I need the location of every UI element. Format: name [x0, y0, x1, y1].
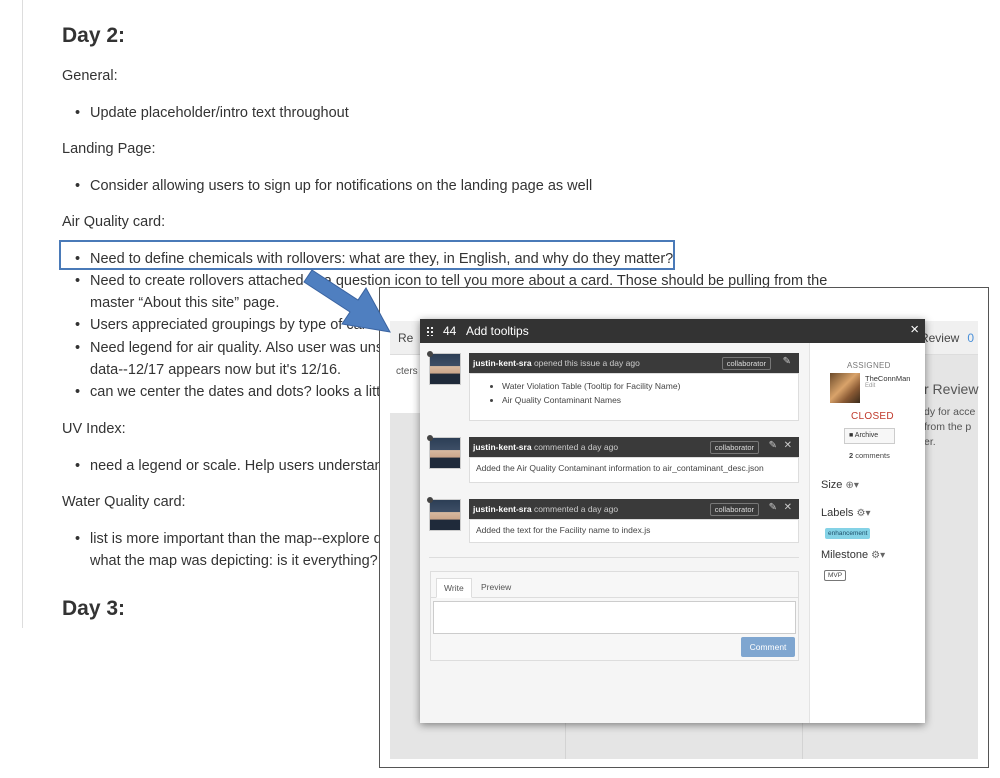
- comments-count-word: comments: [855, 451, 890, 460]
- water-item-continued: what the map was depicting: is it everyt…: [90, 553, 385, 569]
- modal-header: 44 Add tooltips ×: [420, 319, 925, 343]
- labels-label: Labels: [821, 507, 854, 519]
- comments-count: 2 comments: [849, 451, 890, 460]
- uv-index-label: UV Index:: [62, 421, 126, 437]
- comment-author[interactable]: justin-kent-sra: [473, 358, 532, 368]
- divider: [429, 557, 799, 558]
- air-item: can we center the dates and dots? looks …: [75, 384, 391, 400]
- status-badge: CLOSED: [851, 411, 894, 422]
- delete-x-icon[interactable]: ✕: [784, 502, 792, 513]
- air-quality-label: Air Quality card:: [62, 214, 166, 230]
- review-text-line: dy for acce: [924, 406, 976, 418]
- comment-header: justin-kent-sra commented a day ago coll…: [469, 499, 799, 519]
- collaborator-badge: collaborator: [709, 503, 759, 516]
- edit-pencil-icon[interactable]: ✎: [783, 356, 791, 367]
- day-2-heading: Day 2:: [62, 24, 126, 47]
- close-icon[interactable]: ×: [910, 321, 919, 338]
- issue-title: Add tooltips: [466, 324, 529, 338]
- tab-write[interactable]: Write: [436, 578, 472, 598]
- edit-pencil-icon[interactable]: ✎: [769, 502, 777, 513]
- author-avatar: [427, 497, 461, 531]
- edit-pencil-icon[interactable]: ✎: [769, 440, 777, 451]
- comment-body: Water Violation Table (Tooltip for Facil…: [469, 373, 799, 421]
- enhancement-label[interactable]: enhancement: [825, 528, 871, 539]
- archive-icon: ■: [849, 432, 854, 439]
- issue-comments-pane: justin-kent-sra opened this issue a day …: [420, 343, 809, 723]
- review-header-label: Review: [919, 331, 960, 345]
- drag-grip-icon[interactable]: [426, 326, 434, 336]
- landing-page-label: Landing Page:: [62, 141, 156, 157]
- water-item: list is more important than the map--exp…: [75, 531, 390, 547]
- labels-section[interactable]: Labels ⚙▾: [821, 507, 870, 519]
- comment-editor: Write Preview Comment: [430, 571, 799, 661]
- comment-list-item: Air Quality Contaminant Names: [502, 393, 792, 407]
- author-avatar: [427, 435, 461, 469]
- size-label: Size: [821, 479, 843, 491]
- comment-list-item: Water Violation Table (Tooltip for Facil…: [502, 379, 792, 393]
- milestone-label: Milestone: [821, 549, 869, 561]
- issue-number: 44: [443, 324, 457, 338]
- milestone-section[interactable]: Milestone ⚙▾: [821, 549, 885, 561]
- assignee-name[interactable]: TheConnMan: [865, 374, 910, 383]
- avatar-badge: [427, 351, 433, 357]
- comment-textarea[interactable]: [433, 601, 796, 634]
- air-item-continued: data--12/17 appears now but it's 12/16.: [90, 362, 342, 378]
- review-count: 0: [967, 331, 974, 345]
- comment-meta: opened this issue a day ago: [533, 358, 640, 368]
- water-quality-label: Water Quality card:: [62, 494, 186, 510]
- general-item: Update placeholder/intro text throughout: [75, 105, 349, 121]
- issue-sidebar: ASSIGNED TheConnMan Edit CLOSED ■ Archiv…: [809, 343, 925, 723]
- review-title: r Review: [924, 381, 979, 397]
- comment-header: justin-kent-sra commented a day ago coll…: [469, 437, 799, 457]
- delete-x-icon[interactable]: ✕: [784, 440, 792, 451]
- comment-meta: commented a day ago: [533, 442, 619, 452]
- day-3-heading: Day 3:: [62, 597, 126, 620]
- assignee-edit-link[interactable]: Edit: [865, 383, 875, 389]
- archive-label: Archive: [854, 432, 879, 439]
- gear-icon[interactable]: ⚙▾: [871, 550, 885, 561]
- comment-author[interactable]: justin-kent-sra: [473, 504, 532, 514]
- comment-list: Water Violation Table (Tooltip for Facil…: [502, 379, 792, 407]
- uv-item: need a legend or scale. Help users under…: [75, 458, 391, 474]
- comment-header: justin-kent-sra opened this issue a day …: [469, 353, 799, 373]
- tab-preview[interactable]: Preview: [474, 578, 518, 598]
- assigned-label: ASSIGNED: [847, 361, 891, 370]
- collaborator-badge: collaborator: [721, 357, 771, 370]
- editor-tabs: Write Preview: [431, 572, 798, 598]
- issue-modal: 44 Add tooltips × justin-kent-sra opened…: [420, 319, 925, 723]
- collaborator-badge: collaborator: [709, 441, 759, 454]
- document-margin-rule: [22, 0, 23, 628]
- comments-count-number: 2: [849, 451, 854, 460]
- gear-icon[interactable]: ⚙▾: [856, 508, 870, 519]
- plus-circle-icon[interactable]: ⊕▾: [845, 480, 858, 491]
- review-text: dy for acce from the p er.: [924, 405, 975, 450]
- landing-item: Consider allowing users to sign up for n…: [75, 178, 592, 194]
- air-item: Need legend for air quality. Also user w…: [75, 340, 404, 356]
- avatar-badge: [427, 435, 433, 441]
- milestone-mvp[interactable]: MVP: [824, 570, 847, 581]
- comment-author[interactable]: justin-kent-sra: [473, 442, 532, 452]
- comment-body: Added the Air Quality Contaminant inform…: [469, 457, 799, 483]
- comment-button[interactable]: Comment: [741, 637, 795, 657]
- assignee-avatar[interactable]: [830, 373, 860, 403]
- avatar-badge: [427, 497, 433, 503]
- review-text-line: er.: [924, 436, 936, 448]
- comment-body: Added the text for the Facility name to …: [469, 519, 799, 543]
- air-item-continued: master “About this site” page.: [90, 295, 280, 311]
- review-text-line: from the p: [924, 421, 972, 433]
- general-label: General:: [62, 68, 118, 84]
- comment-meta: commented a day ago: [533, 504, 619, 514]
- author-avatar: [427, 351, 461, 385]
- size-section[interactable]: Size ⊕▾: [821, 479, 859, 491]
- archive-button[interactable]: ■ Archive: [844, 428, 895, 444]
- pointer-arrow: [303, 269, 391, 333]
